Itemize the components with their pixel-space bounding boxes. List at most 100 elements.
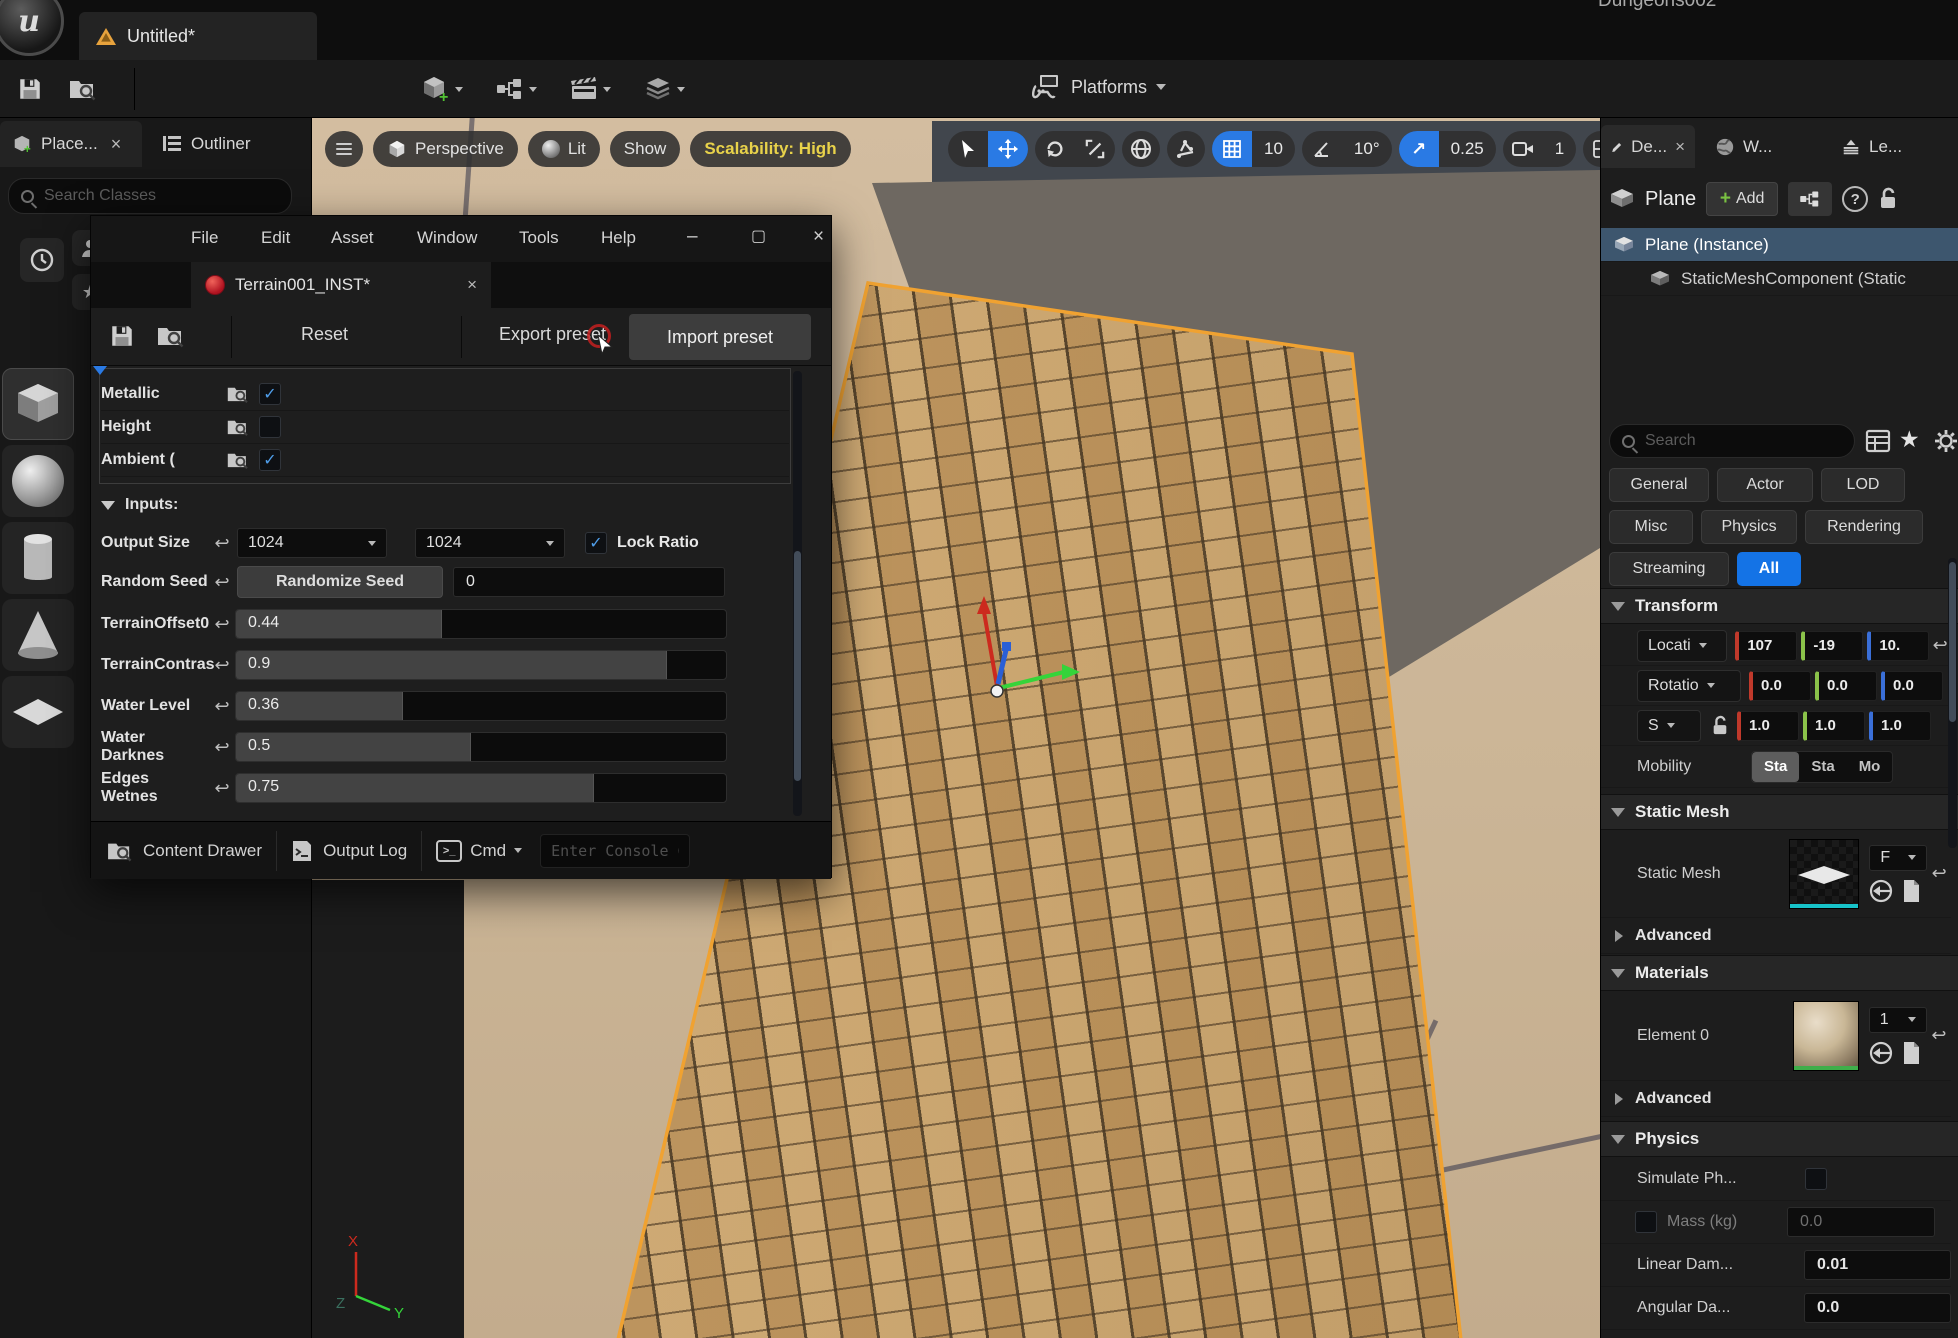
rotate-tool-button[interactable]	[1035, 131, 1075, 167]
section-materials[interactable]: Materials	[1601, 955, 1958, 991]
viewport-layout-button[interactable]	[1583, 131, 1600, 167]
static-mesh-asset-dropdown[interactable]: F	[1869, 845, 1927, 871]
menu-help[interactable]: Help	[601, 228, 636, 248]
ambient-checkbox[interactable]: ✓	[259, 449, 281, 471]
reset-button[interactable]: Reset	[301, 324, 348, 345]
help-button[interactable]: ?	[1842, 186, 1868, 212]
filter-actor[interactable]: Actor	[1717, 468, 1813, 502]
blueprints-button[interactable]	[496, 77, 537, 101]
seed-field[interactable]: 0	[453, 567, 725, 597]
scale-dropdown[interactable]: S	[1637, 710, 1701, 742]
tab-outliner[interactable]: Outliner	[150, 121, 310, 167]
content-drawer-button[interactable]: Content Drawer	[107, 840, 262, 862]
shape-cone[interactable]	[2, 599, 74, 671]
details-settings-gear-icon[interactable]	[1933, 428, 1958, 454]
location-dropdown[interactable]: Locati	[1637, 630, 1727, 662]
waterdarkness-slider[interactable]: 0.5	[235, 732, 727, 762]
section-static-mesh[interactable]: Static Mesh	[1601, 794, 1958, 830]
simulate-physics-checkbox[interactable]	[1805, 1168, 1827, 1190]
output-height-dropdown[interactable]: 1024	[415, 528, 565, 558]
browse-asset-icon[interactable]	[227, 384, 249, 404]
world-local-toggle[interactable]	[1122, 131, 1160, 167]
mobility-stationary[interactable]: Sta	[1799, 752, 1846, 782]
console-command-input[interactable]	[540, 834, 690, 868]
reset-icon[interactable]: ↩	[209, 533, 235, 554]
browse-asset-icon[interactable]	[227, 417, 249, 437]
filter-streaming[interactable]: Streaming	[1609, 552, 1729, 586]
filter-general[interactable]: General	[1609, 468, 1709, 502]
rotation-z-field[interactable]: 0.0	[1881, 671, 1943, 701]
add-component-button[interactable]: + Add	[1706, 182, 1778, 216]
filter-all[interactable]: All	[1737, 552, 1801, 586]
mobility-movable[interactable]: Mo	[1847, 752, 1893, 782]
group-expander-icon[interactable]	[93, 366, 107, 375]
close-icon[interactable]: ×	[111, 134, 122, 155]
unlock-icon[interactable]	[1878, 187, 1898, 211]
tree-row-plane-instance[interactable]: Plane (Instance)	[1601, 228, 1958, 262]
show-dropdown[interactable]: Show	[610, 131, 681, 167]
section-transform[interactable]: Transform	[1601, 588, 1958, 624]
menu-edit[interactable]: Edit	[261, 228, 290, 248]
asset-tab[interactable]: Terrain001_INST* ×	[191, 262, 491, 308]
details-search-input[interactable]	[1645, 432, 1842, 450]
output-log-button[interactable]: Output Log	[291, 839, 407, 863]
grid-snap-value[interactable]: 10	[1252, 131, 1295, 167]
add-actor-button[interactable]: +	[420, 74, 463, 104]
use-selected-icon[interactable]	[1869, 1041, 1893, 1065]
height-checkbox[interactable]	[259, 416, 281, 438]
perspective-dropdown[interactable]: Perspective	[373, 131, 518, 167]
location-y-field[interactable]: -19	[1801, 631, 1863, 661]
reset-icon[interactable]: ↩	[209, 737, 235, 758]
favorites-star-icon[interactable]: ★	[1899, 426, 1920, 453]
angular-damping-field[interactable]: 0.0	[1804, 1293, 1951, 1323]
reset-icon[interactable]: ↩	[1927, 863, 1951, 884]
lit-dropdown[interactable]: Lit	[528, 131, 600, 167]
randomize-seed-button[interactable]: Randomize Seed	[237, 566, 443, 598]
filter-lod[interactable]: LOD	[1821, 468, 1905, 502]
import-preset-button[interactable]: Import preset	[629, 314, 811, 360]
reset-icon[interactable]: ↩	[209, 572, 235, 593]
location-z-field[interactable]: 10.	[1867, 631, 1929, 661]
reset-icon[interactable]: ↩	[209, 614, 235, 635]
shape-plane[interactable]	[2, 676, 74, 748]
maximize-button[interactable]: ▢	[751, 226, 766, 246]
level-tab-untitled[interactable]: Untitled*	[79, 12, 317, 60]
close-button[interactable]: ×	[813, 226, 824, 248]
menu-tools[interactable]: Tools	[519, 228, 559, 248]
platforms-dropdown[interactable]: Platforms	[1032, 74, 1166, 100]
edgeswetness-slider[interactable]: 0.75	[235, 773, 727, 803]
section-physics[interactable]: Physics	[1601, 1121, 1958, 1157]
reset-icon[interactable]: ↩	[209, 696, 235, 717]
menu-asset[interactable]: Asset	[331, 228, 374, 248]
mass-override-checkbox[interactable]	[1635, 1211, 1657, 1233]
move-tool-button[interactable]	[988, 131, 1028, 167]
tab-levels[interactable]: Le...	[1831, 125, 1931, 168]
save-button[interactable]	[8, 69, 52, 109]
filter-physics[interactable]: Physics	[1701, 510, 1797, 544]
select-tool-button[interactable]	[948, 131, 988, 167]
filter-rendering[interactable]: Rendering	[1805, 510, 1923, 544]
close-icon[interactable]: ×	[467, 275, 477, 295]
rotation-dropdown[interactable]: Rotatio	[1637, 670, 1741, 702]
camera-speed-button[interactable]	[1503, 131, 1543, 167]
edit-blueprint-button[interactable]	[1788, 182, 1832, 216]
shape-cylinder[interactable]	[2, 522, 74, 594]
mobility-static[interactable]: Sta	[1752, 752, 1799, 782]
menu-window[interactable]: Window	[417, 228, 477, 248]
tab-place-actors[interactable]: + Place... ×	[0, 121, 142, 167]
surface-snap-button[interactable]	[1167, 131, 1205, 167]
scalability-pill[interactable]: Scalability: High	[690, 131, 850, 167]
scale-snap-value[interactable]: 0.25	[1439, 131, 1496, 167]
reset-icon[interactable]: ↩	[1927, 1025, 1951, 1046]
scale-x-field[interactable]: 1.0	[1737, 711, 1799, 741]
reset-icon[interactable]: ↩	[209, 655, 235, 676]
materials-advanced[interactable]: Advanced	[1601, 1081, 1951, 1117]
shape-sphere[interactable]	[2, 445, 74, 517]
shape-cube[interactable]	[2, 368, 74, 440]
reset-icon[interactable]: ↩	[209, 778, 235, 799]
display-options-icon[interactable]	[1865, 428, 1891, 454]
save-icon[interactable]	[109, 323, 135, 349]
rotation-x-field[interactable]: 0.0	[1749, 671, 1811, 701]
static-mesh-thumbnail[interactable]	[1789, 839, 1859, 909]
recently-placed-button[interactable]	[20, 238, 64, 282]
